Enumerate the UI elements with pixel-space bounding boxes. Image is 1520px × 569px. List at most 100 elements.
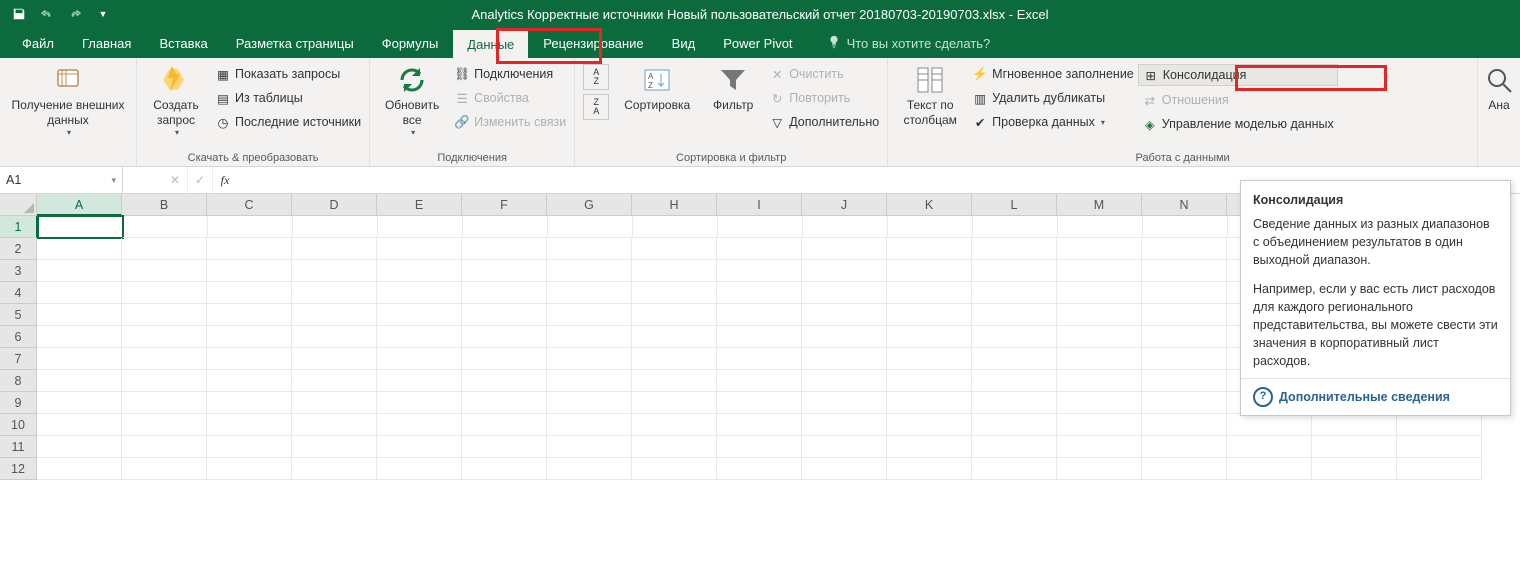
cell-E1[interactable] — [378, 216, 463, 238]
cell-K7[interactable] — [887, 348, 972, 370]
cell-N12[interactable] — [1142, 458, 1227, 480]
cell-L6[interactable] — [972, 326, 1057, 348]
cell-L9[interactable] — [972, 392, 1057, 414]
cell-L5[interactable] — [972, 304, 1057, 326]
cell-N5[interactable] — [1142, 304, 1227, 326]
cell-K2[interactable] — [887, 238, 972, 260]
tooltip-more-info-link[interactable]: ? Дополнительные сведения — [1253, 387, 1498, 407]
cell-I3[interactable] — [717, 260, 802, 282]
cell-D8[interactable] — [292, 370, 377, 392]
cell-D10[interactable] — [292, 414, 377, 436]
cell-I6[interactable] — [717, 326, 802, 348]
cell-F5[interactable] — [462, 304, 547, 326]
cell-A4[interactable] — [37, 282, 122, 304]
cell-F9[interactable] — [462, 392, 547, 414]
sort-button[interactable]: AZ Сортировка — [613, 62, 701, 146]
get-external-data-button[interactable]: Получение внешних данных — [6, 62, 130, 146]
col-head-M[interactable]: M — [1057, 194, 1142, 216]
row-head-4[interactable]: 4 — [0, 282, 37, 304]
cell-M8[interactable] — [1057, 370, 1142, 392]
cell-K6[interactable] — [887, 326, 972, 348]
tab-home[interactable]: Главная — [68, 28, 145, 58]
cell-J8[interactable] — [802, 370, 887, 392]
cell-L2[interactable] — [972, 238, 1057, 260]
cell-D11[interactable] — [292, 436, 377, 458]
cell-N10[interactable] — [1142, 414, 1227, 436]
row-head-5[interactable]: 5 — [0, 304, 37, 326]
cell-A11[interactable] — [37, 436, 122, 458]
cell-G4[interactable] — [547, 282, 632, 304]
cell-G6[interactable] — [547, 326, 632, 348]
cell-B1[interactable] — [123, 216, 208, 238]
col-head-K[interactable]: K — [887, 194, 972, 216]
cell-B11[interactable] — [122, 436, 207, 458]
cell-I10[interactable] — [717, 414, 802, 436]
cell-K9[interactable] — [887, 392, 972, 414]
cell-B2[interactable] — [122, 238, 207, 260]
cell-I2[interactable] — [717, 238, 802, 260]
cell-G8[interactable] — [547, 370, 632, 392]
cell-I7[interactable] — [717, 348, 802, 370]
properties-button[interactable]: ☰ Свойства — [450, 88, 570, 108]
cell-C1[interactable] — [208, 216, 293, 238]
reapply-filter-button[interactable]: ↻ Повторить — [765, 88, 883, 108]
cell-H10[interactable] — [632, 414, 717, 436]
clear-filter-button[interactable]: ✕ Очистить — [765, 64, 883, 84]
cell-B5[interactable] — [122, 304, 207, 326]
cell-J9[interactable] — [802, 392, 887, 414]
col-head-H[interactable]: H — [632, 194, 717, 216]
tell-me[interactable]: Что вы хотите сделать? — [807, 28, 991, 58]
cell-N7[interactable] — [1142, 348, 1227, 370]
cell-J2[interactable] — [802, 238, 887, 260]
cell-I12[interactable] — [717, 458, 802, 480]
cell-I11[interactable] — [717, 436, 802, 458]
cell-M7[interactable] — [1057, 348, 1142, 370]
cell-B7[interactable] — [122, 348, 207, 370]
cell-D6[interactable] — [292, 326, 377, 348]
cell-L11[interactable] — [972, 436, 1057, 458]
sort-za-icon[interactable]: ZA — [583, 94, 609, 120]
cell-L7[interactable] — [972, 348, 1057, 370]
cell-A12[interactable] — [37, 458, 122, 480]
cell-J11[interactable] — [802, 436, 887, 458]
cell-E10[interactable] — [377, 414, 462, 436]
cell-L4[interactable] — [972, 282, 1057, 304]
cell-Q12[interactable] — [1397, 458, 1482, 480]
cell-L3[interactable] — [972, 260, 1057, 282]
cell-G1[interactable] — [548, 216, 633, 238]
cell-D7[interactable] — [292, 348, 377, 370]
cell-A8[interactable] — [37, 370, 122, 392]
cell-B9[interactable] — [122, 392, 207, 414]
cell-Q11[interactable] — [1397, 436, 1482, 458]
cell-P10[interactable] — [1312, 414, 1397, 436]
cell-G12[interactable] — [547, 458, 632, 480]
manage-data-model-button[interactable]: ◈ Управление моделью данных — [1138, 114, 1338, 134]
cell-C3[interactable] — [207, 260, 292, 282]
cell-O11[interactable] — [1227, 436, 1312, 458]
cell-F2[interactable] — [462, 238, 547, 260]
cell-F4[interactable] — [462, 282, 547, 304]
cell-J7[interactable] — [802, 348, 887, 370]
cell-G7[interactable] — [547, 348, 632, 370]
cell-E11[interactable] — [377, 436, 462, 458]
cell-N8[interactable] — [1142, 370, 1227, 392]
save-icon[interactable] — [8, 3, 30, 25]
cell-E8[interactable] — [377, 370, 462, 392]
cell-K11[interactable] — [887, 436, 972, 458]
cell-E4[interactable] — [377, 282, 462, 304]
col-head-G[interactable]: G — [547, 194, 632, 216]
cell-H9[interactable] — [632, 392, 717, 414]
cell-E6[interactable] — [377, 326, 462, 348]
tab-powerpivot[interactable]: Power Pivot — [709, 28, 806, 58]
cell-C6[interactable] — [207, 326, 292, 348]
row-head-8[interactable]: 8 — [0, 370, 37, 392]
cell-E7[interactable] — [377, 348, 462, 370]
cell-F11[interactable] — [462, 436, 547, 458]
cell-H2[interactable] — [632, 238, 717, 260]
cell-A9[interactable] — [37, 392, 122, 414]
recent-sources-button[interactable]: ◷ Последние источники — [211, 112, 365, 132]
cell-E12[interactable] — [377, 458, 462, 480]
col-head-N[interactable]: N — [1142, 194, 1227, 216]
cell-N11[interactable] — [1142, 436, 1227, 458]
cell-B4[interactable] — [122, 282, 207, 304]
